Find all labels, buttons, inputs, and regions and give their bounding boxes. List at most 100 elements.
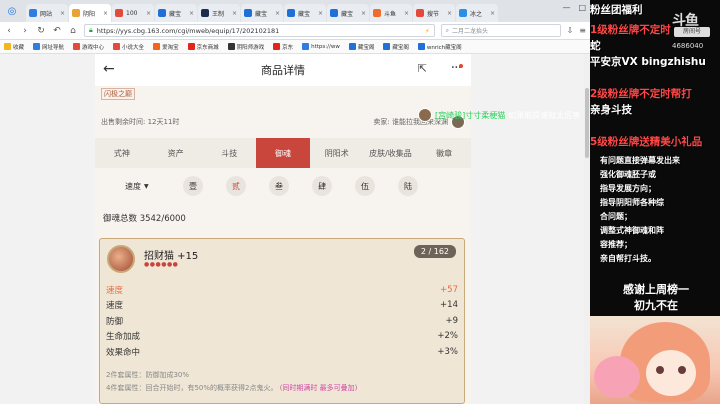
room-badge: 房间号 bbox=[674, 27, 710, 37]
search-field[interactable]: ⌕ 二月二龙抬头 bbox=[440, 24, 561, 37]
bookmark-label: https://ww bbox=[311, 43, 340, 50]
undo-icon[interactable]: ↶ bbox=[52, 26, 62, 36]
position-chip[interactable]: 陆 bbox=[398, 176, 418, 196]
url-field[interactable]: 🔒︎ https://yys.cbg.163.com/cgi/mweb/equi… bbox=[84, 24, 435, 37]
minimize-icon[interactable]: — bbox=[562, 3, 570, 12]
category-tab[interactable]: 御魂 bbox=[256, 138, 310, 168]
tab-close-icon[interactable]: × bbox=[232, 10, 237, 17]
tab-close-icon[interactable]: × bbox=[318, 10, 323, 17]
bookmark-label: 阴阳师游戏 bbox=[236, 44, 265, 51]
browser-tab[interactable]: 藏宝 × bbox=[327, 4, 369, 22]
fan-benefit-line: 平安京VX bingzhishu bbox=[590, 56, 706, 68]
thanks-line-2: 初九不在 bbox=[634, 299, 678, 312]
refresh-icon[interactable]: ↻ bbox=[36, 26, 46, 36]
tab-label: 搜节 bbox=[427, 10, 440, 18]
category-tab[interactable]: 资产 bbox=[149, 138, 203, 168]
bookmark-label: 收藏 bbox=[13, 44, 25, 51]
home-icon[interactable]: ⌂ bbox=[68, 26, 78, 36]
bookmark-item[interactable]: 藏宝阁 bbox=[383, 43, 409, 51]
category-tab[interactable]: 皮肤/收集品 bbox=[364, 138, 418, 168]
stat-name: 速度 bbox=[106, 285, 124, 296]
share-icon[interactable]: ⇱ bbox=[418, 62, 427, 75]
bookmark-icon bbox=[273, 43, 281, 50]
soul-card[interactable]: 招财猫 +15 ●●●●●● 2 / 162 速度 +57 速度 +14 防御 +9 生命加… bbox=[99, 238, 465, 404]
tab-favicon-icon bbox=[158, 9, 166, 17]
category-tab[interactable]: 式神 bbox=[95, 138, 149, 168]
url-text[interactable]: https://yys.cbg.163.com/cgi/mweb/equip/1… bbox=[97, 27, 421, 35]
browser-tab[interactable]: 100 × bbox=[112, 4, 154, 22]
back-icon[interactable]: ‹ bbox=[4, 26, 14, 36]
danmaku-user: [宫崎骏]寸寸柔梗猫 bbox=[435, 110, 506, 120]
bookmark-item[interactable]: 网址导航 bbox=[33, 43, 64, 51]
menu-icon[interactable]: ≡ bbox=[579, 26, 586, 35]
browser-tab[interactable]: 王制 × bbox=[198, 4, 240, 22]
bookmark-item[interactable]: 小说大全 bbox=[113, 43, 144, 51]
bookmark-item[interactable]: 阴阳师游戏 bbox=[227, 43, 265, 51]
tab-close-icon[interactable]: × bbox=[447, 10, 452, 17]
tab-close-icon[interactable]: × bbox=[60, 10, 65, 17]
notice-line: 指导发展方向； bbox=[600, 184, 656, 193]
browser-tab[interactable]: 藏宝 × bbox=[284, 4, 326, 22]
sub-stat-row: 防御 +9 bbox=[106, 313, 458, 329]
maximize-icon[interactable]: □ bbox=[578, 3, 586, 12]
browser-tab[interactable]: 阴阳 × bbox=[69, 4, 111, 22]
notice-line: 强化御魂胚子或 bbox=[600, 170, 656, 179]
soul-counter-badge: 2 / 162 bbox=[413, 245, 456, 258]
bookmark-item[interactable]: wnrich藏宝阁 bbox=[417, 43, 462, 51]
danmaku-text: 如果能提速就太厉害 bbox=[508, 110, 581, 120]
position-chip[interactable]: 伍 bbox=[355, 176, 375, 196]
danmaku-message: [宫崎骏]寸寸柔梗猫 如果能提速就太厉害 bbox=[418, 108, 580, 122]
tab-favicon-icon bbox=[287, 9, 295, 17]
tab-close-icon[interactable]: × bbox=[103, 10, 108, 17]
category-tab[interactable]: 徽章 bbox=[417, 138, 471, 168]
search-icon: ⌕ bbox=[445, 26, 449, 34]
back-arrow-icon[interactable]: ← bbox=[103, 61, 115, 77]
tab-close-icon[interactable]: × bbox=[361, 10, 366, 17]
browser-logo-icon[interactable]: ◎ bbox=[4, 4, 20, 18]
screen: ◎ 网站 × 阴阳 × 100 × 藏宝 × 王制 × 藏宝 × 藏宝 × 藏宝 × 斗鱼 × 搜节 × 冰之 × — □… bbox=[0, 0, 720, 404]
bookmark-item[interactable]: 爱淘宝 bbox=[153, 43, 179, 51]
forward-icon[interactable]: › bbox=[20, 26, 30, 36]
bookmark-item[interactable]: 京东 bbox=[273, 43, 293, 51]
category-tab[interactable]: 阴阳术 bbox=[310, 138, 364, 168]
bookmark-icon bbox=[383, 43, 391, 50]
tab-label: 斗鱼 bbox=[384, 10, 397, 18]
tab-label: 藏宝 bbox=[255, 10, 268, 18]
bookmark-item[interactable]: 京东商城 bbox=[187, 43, 219, 51]
tab-close-icon[interactable]: × bbox=[189, 10, 194, 17]
browser-tab[interactable]: 网站 × bbox=[26, 4, 68, 22]
lightning-icon[interactable]: ⚡ bbox=[425, 27, 430, 35]
browser-tab[interactable]: 斗鱼 × bbox=[370, 4, 412, 22]
tab-close-icon[interactable]: × bbox=[275, 10, 280, 17]
bookmark-item[interactable]: https://ww bbox=[302, 43, 340, 50]
position-chip[interactable]: 贰 bbox=[226, 176, 246, 196]
position-chip[interactable]: 壹 bbox=[183, 176, 203, 196]
scrollbar-thumb[interactable] bbox=[585, 88, 589, 158]
bookmark-item[interactable]: 游戏中心 bbox=[73, 43, 104, 51]
tab-close-icon[interactable]: × bbox=[404, 10, 409, 17]
browser-tab[interactable]: 藏宝 × bbox=[241, 4, 283, 22]
bookmark-item[interactable]: 收藏 bbox=[4, 43, 24, 51]
notice-line: 合问题； bbox=[600, 212, 632, 221]
browser-tab[interactable]: 搜节 × bbox=[413, 4, 455, 22]
browser-tab[interactable]: 藏宝 × bbox=[155, 4, 197, 22]
category-tab[interactable]: 斗技 bbox=[202, 138, 256, 168]
sort-label: 速度 bbox=[125, 181, 141, 191]
bookmark-label: wnrich藏宝阁 bbox=[426, 44, 462, 51]
sale-info-row: 出售剩余时间: 12天11时 卖家: 谁能拉我回来深渊 bbox=[95, 112, 471, 132]
bookmark-item[interactable]: 藏宝阁 bbox=[348, 43, 374, 51]
fan-benefit-line: 1级粉丝牌不定时 bbox=[590, 24, 671, 36]
notice-line: 容推荐； bbox=[600, 240, 632, 249]
bookmark-icon bbox=[187, 43, 195, 50]
more-icon[interactable]: ··· bbox=[451, 60, 462, 76]
soul-star-rating: ●●●●●● bbox=[144, 261, 179, 268]
sort-dropdown[interactable]: 速度 ▼ bbox=[103, 181, 173, 192]
bookmark-label: 京东 bbox=[282, 44, 294, 51]
download-icon[interactable]: ⇩ bbox=[567, 26, 574, 35]
position-chip[interactable]: 叁 bbox=[269, 176, 289, 196]
browser-tab[interactable]: 冰之 × bbox=[456, 4, 498, 22]
tab-close-icon[interactable]: × bbox=[490, 10, 495, 17]
tab-close-icon[interactable]: × bbox=[146, 10, 151, 17]
stat-name: 速度 bbox=[106, 301, 124, 312]
position-chip[interactable]: 肆 bbox=[312, 176, 332, 196]
